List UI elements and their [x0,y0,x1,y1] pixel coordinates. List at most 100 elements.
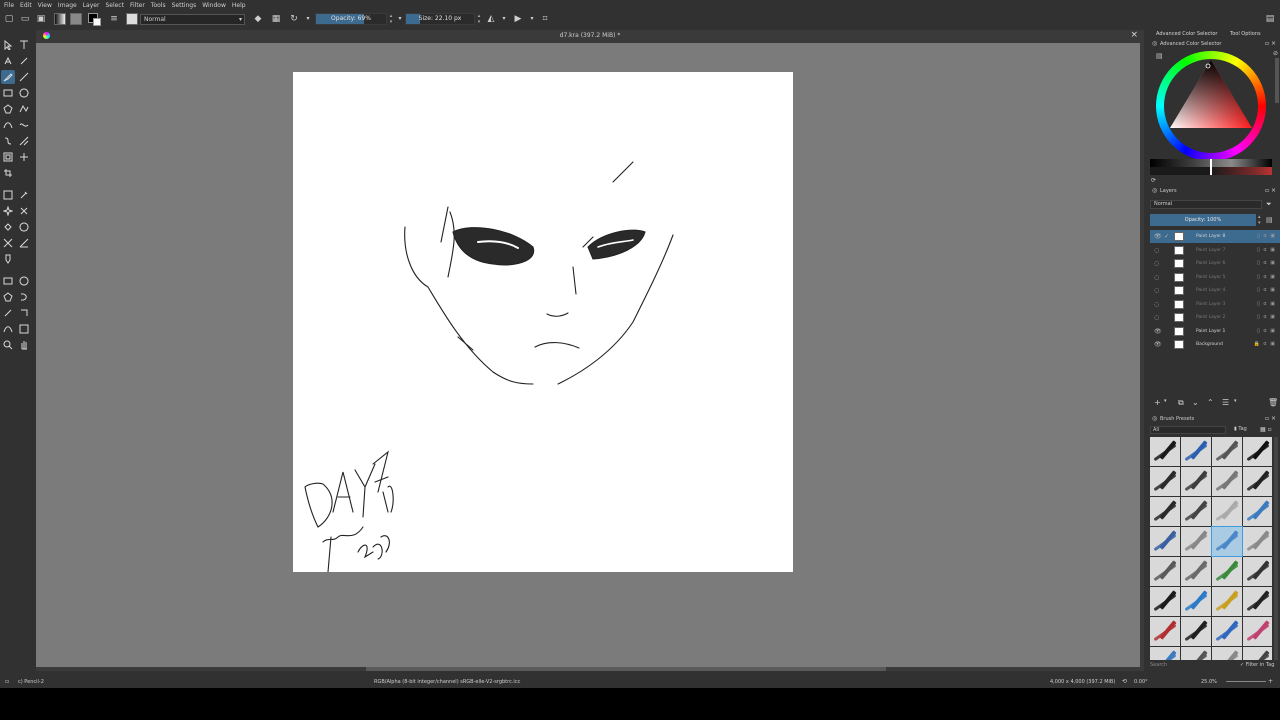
layer-name[interactable]: Paint Layer 1 [1196,325,1225,338]
brush-preset[interactable] [1212,497,1242,526]
brush-preset[interactable] [1243,647,1272,660]
select-shapes-tool[interactable] [1,38,15,52]
brush-preset[interactable] [1181,437,1211,466]
polygon-tool[interactable] [1,102,15,116]
close-icon[interactable]: × [1130,30,1138,40]
layer-name[interactable]: Paint Layer 6 [1196,257,1225,270]
color-settings-icon[interactable]: ▤ [1156,52,1163,60]
brush-preset[interactable] [1212,557,1242,586]
layer-property-icons[interactable]: ▯ α ▣ [1257,244,1276,257]
chevron-down-icon[interactable]: ▾ [527,14,537,24]
layer-property-icons[interactable]: ▯ α ▣ [1257,325,1276,338]
color-strip[interactable] [1150,159,1272,175]
workspace-icon[interactable]: ▤ [1265,14,1275,24]
background-color-swatch[interactable] [93,18,101,26]
magnetic-selection-tool[interactable] [17,322,31,336]
rotate-icon[interactable]: ⟲ [1122,676,1127,688]
eye-closed-icon[interactable]: ◌ [1154,244,1159,257]
layer-row[interactable]: ◌ Paint Layer 5 ▯ α ▣ [1150,271,1280,284]
chevron-down-icon[interactable]: ▾ [395,14,405,24]
bezier-selection-tool[interactable] [1,322,15,336]
menu-select[interactable]: Select [105,2,128,9]
transform-tool[interactable] [1,150,15,164]
gradient-selector[interactable] [54,13,66,25]
move-layer-up-icon[interactable]: ⌃ [1207,398,1214,407]
eye-closed-icon[interactable]: ◌ [1154,257,1159,270]
freehand-selection-tool[interactable] [17,290,31,304]
brush-preset[interactable] [1212,437,1242,466]
layer-name[interactable]: Background [1196,338,1223,351]
layer-property-icons[interactable]: 🔒 α ▣ [1254,338,1276,351]
menu-edit[interactable]: Edit [20,2,36,9]
eye-closed-icon[interactable]: ◌ [1154,271,1159,284]
rectangular-selection-tool[interactable] [1,274,15,288]
menu-help[interactable]: Help [232,2,250,9]
pattern-selector[interactable] [70,13,82,25]
brush-preset[interactable] [1150,437,1180,466]
ellipse-tool[interactable] [17,86,31,100]
layer-name[interactable]: Paint Layer 3 [1196,298,1225,311]
menu-settings[interactable]: Settings [172,2,201,9]
brush-filter-select[interactable]: All [1150,426,1226,434]
brush-search-input[interactable]: Search [1150,662,1230,670]
layer-property-icons[interactable]: ▯ α ▣ [1257,271,1276,284]
zoom-label[interactable]: 25.0% [1201,676,1217,688]
edit-shapes-tool[interactable] [1,54,15,68]
brush-preset[interactable] [1212,647,1242,660]
brush-preset[interactable] [1243,587,1272,616]
view-mode-icon[interactable]: ▦ ▫ [1260,426,1272,433]
layer-row[interactable]: ◌ Paint Layer 2 ▯ α ▣ [1150,311,1280,324]
mirror-vertical-icon[interactable]: ▶ [513,14,523,24]
brush-preset[interactable] [1150,617,1180,646]
eye-closed-icon[interactable]: ◌ [1154,311,1159,324]
chevron-down-icon[interactable]: ▾ [1234,398,1237,404]
layer-options-icon[interactable]: ▤ [1266,216,1273,224]
wrap-around-icon[interactable]: ⌗ [540,14,550,24]
zoom-tool[interactable] [1,338,15,352]
delete-layer-icon[interactable]: 🗑 [1268,398,1278,407]
brush-preset[interactable] [1181,647,1211,660]
layer-name[interactable]: Paint Layer 5 [1196,271,1225,284]
save-icon[interactable]: ▣ [36,14,46,24]
size-spin-buttons[interactable]: ▴ ▾ [475,13,483,25]
dynamic-brush-tool[interactable] [1,134,15,148]
smart-patch-tool[interactable] [1,204,15,218]
layer-property-icons[interactable]: ▯ α ▣ [1257,311,1276,324]
brush-preset[interactable] [1150,467,1180,496]
zoom-slider[interactable] [1226,681,1266,682]
crop-tool[interactable] [1,166,15,180]
layer-select-checkbox[interactable]: ✓ [1164,230,1169,243]
polyline-tool[interactable] [17,102,31,116]
layer-name[interactable]: Paint Layer 7 [1196,244,1225,257]
assistant-tool[interactable] [1,236,15,250]
drawing-canvas[interactable] [293,72,793,573]
chevron-down-icon[interactable]: ▾ [303,14,313,24]
layer-property-icons[interactable]: ▯ α ▣ [1257,298,1276,311]
move-tool[interactable] [17,150,31,164]
layer-blend-mode-select[interactable]: Normal [1150,200,1262,209]
brush-preset[interactable] [1243,497,1272,526]
freehand-path-tool[interactable] [17,118,31,132]
docker-scrollbar[interactable] [1275,58,1279,103]
contiguous-selection-tool[interactable] [1,306,15,320]
filter-icon[interactable]: ⏷ [1266,200,1272,209]
vertical-scrollbar[interactable] [1140,43,1144,667]
color-picker-tool[interactable] [17,188,31,202]
color-history-icon[interactable]: ⟳ [1151,177,1156,184]
layer-row[interactable]: ◌ Paint Layer 3 ▯ α ▣ [1150,298,1280,311]
brush-preset[interactable] [1243,527,1272,556]
menu-view[interactable]: View [38,2,56,9]
layer-opacity-spin[interactable]: ▴ ▾ [1258,214,1261,226]
layer-row[interactable]: ◌ Paint Layer 7 ▯ α ▣ [1150,244,1280,257]
colorize-mask-tool[interactable] [17,204,31,218]
opacity-spin-buttons[interactable]: ▴ ▾ [387,13,395,25]
color-space-label[interactable]: RGB/Alpha (8-bit integer/channel) sRGB-e… [374,676,520,688]
scrollbar-thumb[interactable] [366,667,886,671]
edit-brush-icon[interactable]: ≡ [109,14,119,24]
eye-icon[interactable]: 👁 [1154,325,1162,338]
brush-preset[interactable] [1150,557,1180,586]
layer-property-icons[interactable]: ▯ α ▣ [1257,230,1276,243]
menu-file[interactable]: File [4,2,18,9]
gradient-tool[interactable] [1,188,15,202]
docker-float-close-icon[interactable]: ▫ × [1265,187,1276,195]
